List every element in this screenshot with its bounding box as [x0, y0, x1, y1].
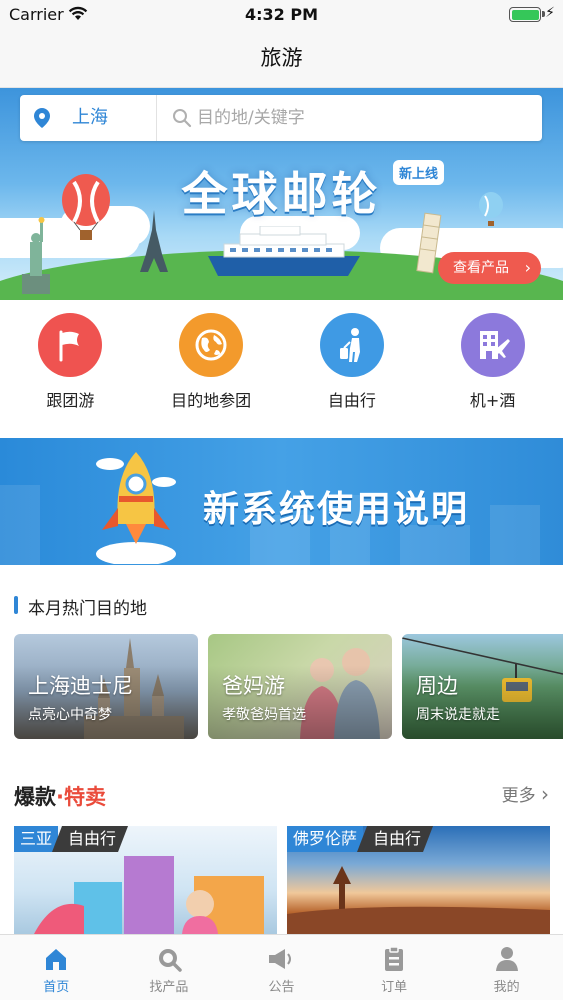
tab-profile[interactable]: 我的: [450, 935, 563, 1000]
statue-of-liberty-icon: [22, 217, 50, 294]
category-label: 机+酒: [469, 391, 516, 410]
charging-icon: ⚡: [545, 5, 555, 21]
tab-label: 订单: [381, 980, 408, 995]
chevron-right-icon: ›: [524, 258, 531, 277]
destination-title: 上海迪士尼: [28, 674, 133, 698]
section-title: 本月热门目的地: [28, 599, 147, 619]
deal-tag: 佛罗伦萨 自由行: [287, 826, 433, 852]
destination-card-parents[interactable]: 爸妈游 孝敬爸妈首选: [208, 634, 392, 739]
category-label: 跟团游: [46, 391, 95, 410]
deals-title-b: 特卖: [63, 785, 106, 809]
search-bar: 上海: [20, 95, 542, 141]
person-icon: [450, 945, 563, 973]
section-header-hot-deals: 爆款·特卖: [14, 781, 106, 811]
tab-home[interactable]: 首页: [0, 935, 113, 1000]
tab-label: 我的: [493, 980, 520, 995]
category-label: 目的地参团: [171, 391, 252, 410]
system-guide-banner[interactable]: 新系统使用说明: [0, 438, 563, 565]
deal-type: 自由行: [357, 826, 433, 852]
more-label: 更多: [501, 786, 536, 806]
chevron-right-icon: ›: [541, 782, 549, 806]
category-flight-hotel[interactable]: 机+酒: [422, 300, 563, 438]
globe-icon: [179, 313, 244, 377]
category-independent-travel[interactable]: 自由行: [282, 300, 423, 438]
destination-card-disney[interactable]: 上海迪士尼 点亮心中奇梦: [14, 634, 198, 739]
search-icon: [113, 945, 226, 973]
new-badge: 新上线: [393, 160, 445, 185]
category-label: 自由行: [327, 391, 376, 410]
hotel-plane-icon: [460, 313, 525, 377]
tab-label: 首页: [43, 980, 70, 995]
deals-title-a: 爆款: [14, 785, 56, 809]
page-title: 旅游: [260, 46, 303, 70]
destination-card-nearby[interactable]: 周边 周末说走就走: [402, 634, 563, 739]
tab-bar: 首页 找产品 公告 订单 我的: [0, 934, 563, 1000]
tab-announcements[interactable]: 公告: [225, 935, 338, 1000]
view-products-button[interactable]: 查看产品 ›: [438, 252, 541, 284]
deals-title-dot: ·: [56, 785, 64, 809]
cruise-ship-icon: [208, 226, 360, 276]
megaphone-icon: [225, 945, 338, 973]
category-grid: 跟团游 目的地参团 自由行 机+酒: [0, 300, 563, 438]
deal-card-sanya[interactable]: 三亚 自由行: [14, 826, 277, 934]
rocket-icon: [96, 452, 176, 564]
more-link[interactable]: 更多 ›: [502, 781, 549, 806]
destination-subtitle: 周末说走就走: [416, 707, 500, 723]
navigation-bar: 旅游: [0, 30, 563, 88]
tab-label: 公告: [268, 980, 295, 995]
location-pin-icon: [34, 108, 50, 128]
destination-subtitle: 点亮心中奇梦: [28, 707, 112, 723]
city-selector[interactable]: 上海: [72, 95, 108, 141]
deal-type: 自由行: [52, 826, 128, 852]
flag-icon: [38, 313, 103, 377]
tab-find-products[interactable]: 找产品: [113, 935, 226, 1000]
deal-tag: 三亚 自由行: [14, 826, 128, 852]
destination-subtitle: 孝敬爸妈首选: [222, 707, 306, 723]
status-bar: Carrier 4:32 PM ⚡: [0, 0, 563, 30]
deal-card-florence[interactable]: 佛罗伦萨 自由行: [287, 826, 550, 934]
clipboard-icon: [338, 945, 451, 973]
view-products-label: 查看产品: [453, 260, 509, 276]
destination-title: 爸妈游: [222, 674, 285, 698]
home-icon: [0, 945, 113, 973]
deal-place: 佛罗伦萨: [287, 826, 364, 852]
destination-title: 周边: [416, 674, 458, 698]
search-icon: [173, 109, 192, 128]
battery-icon: [509, 7, 545, 22]
traveler-icon: [319, 313, 384, 377]
search-input[interactable]: [197, 103, 527, 133]
clock: 4:32 PM: [244, 5, 318, 24]
banner-headline: 全球邮轮: [181, 167, 382, 221]
category-destination-tour[interactable]: 目的地参团: [141, 300, 282, 438]
deal-place: 三亚: [14, 826, 59, 852]
banner-text: 新系统使用说明: [203, 489, 470, 530]
category-group-tour[interactable]: 跟团游: [0, 300, 141, 438]
tab-label: 找产品: [149, 980, 189, 995]
tab-orders[interactable]: 订单: [338, 935, 451, 1000]
